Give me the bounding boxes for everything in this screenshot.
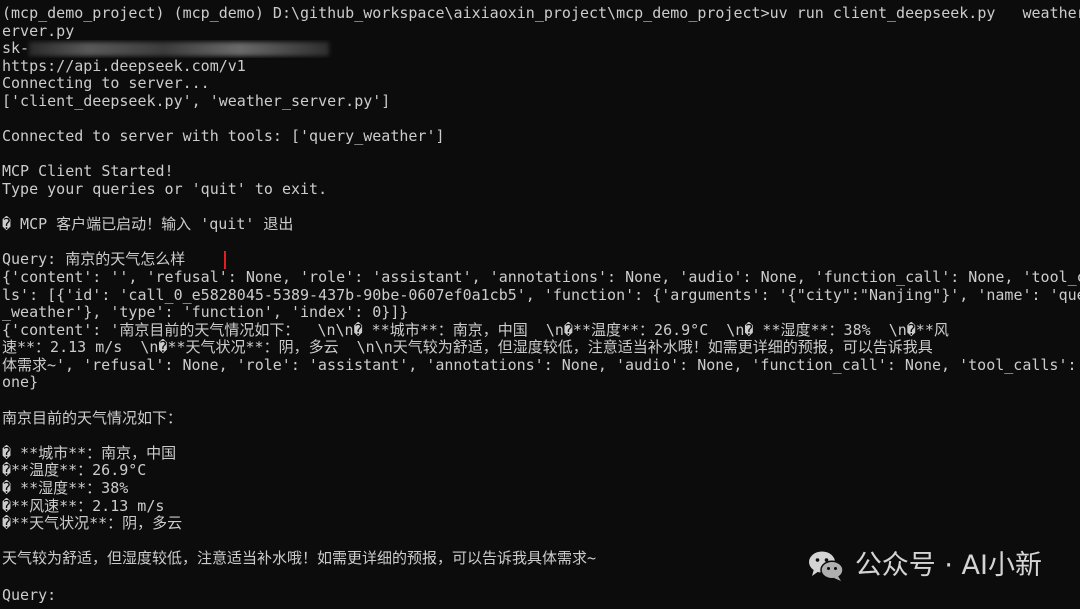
instructions-line: Type your queries or 'quit' to exit. — [2, 180, 328, 198]
weather-temperature-line: �**温度**：26.9°C — [2, 462, 147, 480]
response-json-line: one} — [2, 374, 39, 392]
text-cursor — [65, 585, 74, 600]
weather-condition-line: �**天气状况**：阴，多云 — [2, 515, 183, 533]
client-started-cn-line: � MCP 客户端已启动！输入 'quit' 退出 — [2, 216, 294, 234]
response-json-line: ls': [{'id': 'call_0_e5828045-5389-437b-… — [2, 286, 1080, 304]
weather-city-line: � **城市**：南京，中国 — [2, 444, 177, 462]
watermark-text: 公众号 · AI小新 — [854, 550, 1042, 582]
query-prompt: Query: — [2, 585, 66, 604]
watermark: 公众号 · AI小新 — [807, 549, 1042, 583]
command-line-wrap: erver.py — [2, 22, 75, 40]
client-started-line: MCP Client Started! — [2, 163, 174, 181]
weather-heading-line: 南京目前的天气情况如下： — [2, 409, 183, 427]
highlighted-query: Query: 南京的天气怎么样 — [2, 251, 227, 269]
weather-humidity-line: � **湿度**：38% — [2, 480, 129, 498]
response-json-line: 体需求~', 'refusal': None, 'role': 'assista… — [2, 356, 1080, 374]
response-json-line: 速**：2.13 m/s \n�**天气状况**：阴，多云 \n\n天气较为舒适… — [2, 339, 933, 357]
redacted-api-key — [29, 41, 330, 56]
api-key-line: sk- — [2, 40, 1080, 58]
file-list-line: ['client_deepseek.py', 'weather_server.p… — [2, 92, 391, 110]
terminal-window[interactable]: (mcp_demo_project) (mcp_demo) D:\github_… — [0, 0, 1080, 609]
query-line: Query: 南京的天气怎么样 — [2, 251, 1080, 269]
connecting-line: Connecting to server... — [2, 75, 210, 93]
wechat-icon — [808, 551, 844, 581]
api-key-prefix: sk- — [2, 40, 30, 58]
response-json-line: {'content': '', 'refusal': None, 'role':… — [2, 268, 1080, 286]
weather-wind-line: �**风速**：2.13 m/s — [2, 497, 165, 515]
query-prompt-line[interactable]: Query: — [2, 585, 1080, 604]
command-line: (mcp_demo_project) (mcp_demo) D:\github_… — [2, 5, 1080, 22]
response-json-line: {'content': '南京目前的天气情况如下： \n\n� **城市**：南… — [2, 321, 949, 339]
base-url-line: https://api.deepseek.com/v1 — [2, 57, 246, 75]
connected-tools-line: Connected to server with tools: ['query_… — [2, 128, 445, 146]
response-json-line: _weather'}, 'type': 'function', 'index':… — [2, 304, 409, 322]
